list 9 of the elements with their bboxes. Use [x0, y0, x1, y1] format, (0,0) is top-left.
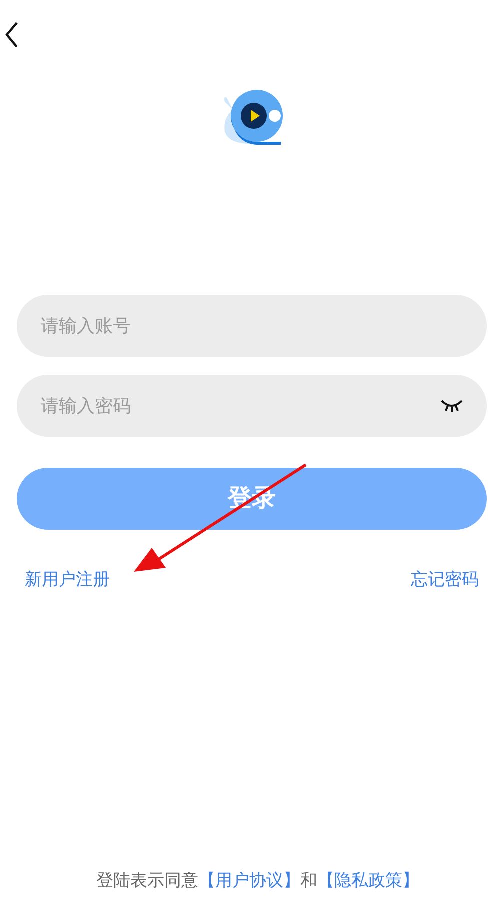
account-field[interactable]: 请输入账号 [17, 295, 487, 357]
password-field[interactable]: 请输入密码 [17, 375, 487, 437]
agreement-text: 登陆表示同意【用户协议】和【隐私政策】 [96, 870, 420, 892]
register-link[interactable]: 新用户注册 [25, 567, 110, 592]
policy-link[interactable]: 【用户协议】 [198, 870, 300, 890]
eye-closed-icon[interactable] [441, 400, 463, 412]
policy-link[interactable]: 【隐私政策】 [318, 870, 420, 890]
back-icon[interactable] [5, 22, 19, 48]
forgot-password-link[interactable]: 忘记密码 [411, 567, 479, 592]
